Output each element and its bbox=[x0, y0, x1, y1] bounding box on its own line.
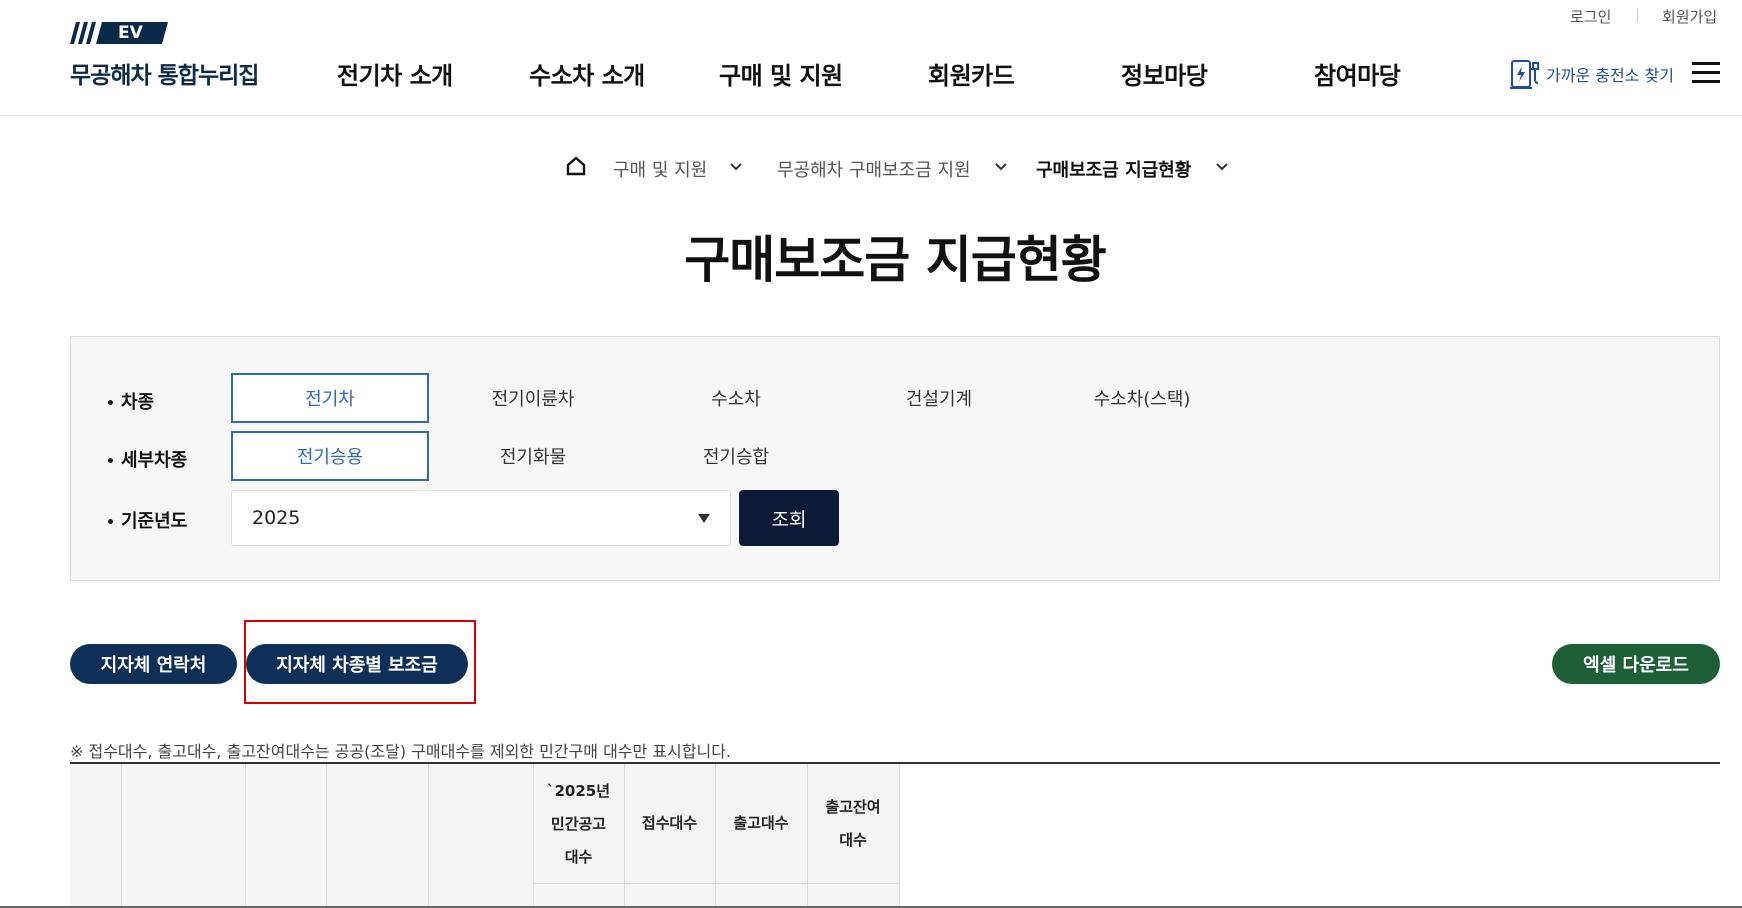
local-gov-contacts-button[interactable]: 지자체 연락처 bbox=[70, 644, 237, 684]
nav-participation[interactable]: 참여마당 bbox=[1314, 56, 1401, 91]
signup-link[interactable]: 회원가입 bbox=[1662, 6, 1717, 27]
logo-text[interactable]: 무공해차 통합누리집 bbox=[70, 56, 259, 90]
chevron-down-icon[interactable] bbox=[729, 160, 743, 174]
highlight-box bbox=[244, 620, 476, 704]
th-announced: `2025년 민간공고 대수 bbox=[533, 775, 624, 874]
dropdown-arrow-icon bbox=[698, 514, 710, 523]
year-select[interactable]: 2025 bbox=[231, 490, 731, 546]
vehicle-type-hydrogen[interactable]: 수소차 bbox=[637, 373, 835, 423]
charger-icon bbox=[1510, 60, 1539, 89]
th-released: 출고대수 bbox=[733, 814, 789, 832]
find-charger-label: 가까운 충전소 찾기 bbox=[1546, 66, 1674, 85]
th-announced-line2: 민간공고 bbox=[550, 815, 607, 833]
nav-hydrogen-intro[interactable]: 수소차 소개 bbox=[529, 56, 645, 91]
breadcrumb-current[interactable]: 구매보조금 지급현황 bbox=[1036, 156, 1191, 182]
table-column-divider bbox=[326, 764, 327, 908]
nav-ev-intro[interactable]: 전기차 소개 bbox=[337, 56, 453, 91]
chevron-down-icon[interactable] bbox=[1215, 160, 1229, 174]
vehicle-type-hydrogen-stack[interactable]: 수소차(스택) bbox=[1043, 373, 1241, 423]
th-remaining-line1: 출고잔여 bbox=[825, 798, 881, 816]
logo-badge[interactable]: EV bbox=[70, 22, 170, 44]
table-row-divider bbox=[533, 883, 900, 884]
sub-type-bus[interactable]: 전기승합 bbox=[637, 431, 835, 481]
logo-badge-text: EV bbox=[118, 23, 143, 43]
nav-member-card[interactable]: 회원카드 bbox=[928, 56, 1015, 91]
excel-download-button[interactable]: 엑셀 다운로드 bbox=[1552, 644, 1720, 684]
menu-icon[interactable] bbox=[1692, 62, 1720, 84]
chevron-down-icon[interactable] bbox=[994, 160, 1008, 174]
header-divider bbox=[0, 115, 1742, 116]
table-column-divider bbox=[245, 764, 246, 908]
find-charger-link[interactable]: 가까운 충전소 찾기 bbox=[1508, 56, 1674, 92]
nav-info[interactable]: 정보마당 bbox=[1121, 56, 1208, 91]
page-title: 구매보조금 지급현황 bbox=[684, 231, 1106, 289]
search-button[interactable]: 조회 bbox=[739, 490, 839, 546]
vehicle-type-ev[interactable]: 전기차 bbox=[231, 373, 429, 423]
home-icon[interactable] bbox=[566, 156, 586, 176]
sub-type-cargo[interactable]: 전기화물 bbox=[434, 431, 632, 481]
table-column-divider bbox=[899, 764, 900, 908]
login-link[interactable]: 로그인 bbox=[1570, 6, 1611, 27]
th-remaining: 출고잔여 대수 bbox=[807, 791, 899, 857]
breadcrumb-level2[interactable]: 무공해차 구매보조금 지원 bbox=[777, 156, 971, 182]
table-note: ※ 접수대수, 출고대수, 출고잔여대수는 공공(조달) 구매대수를 제외한 민… bbox=[70, 742, 732, 761]
breadcrumb-level1[interactable]: 구매 및 지원 bbox=[613, 156, 707, 182]
utility-divider bbox=[1637, 8, 1638, 22]
sub-type-label: 세부차종 bbox=[106, 446, 187, 472]
table-column-divider bbox=[121, 764, 122, 908]
vehicle-type-construction[interactable]: 건설기계 bbox=[840, 373, 1038, 423]
nav-purchase-support[interactable]: 구매 및 지원 bbox=[719, 56, 843, 91]
th-remaining-line2: 대수 bbox=[839, 831, 867, 849]
vehicle-type-e-motorcycle[interactable]: 전기이륜차 bbox=[434, 373, 632, 423]
table-column-divider bbox=[428, 764, 429, 908]
th-announced-line1: `2025년 bbox=[546, 782, 611, 800]
sub-type-passenger[interactable]: 전기승용 bbox=[231, 431, 429, 481]
year-label: 기준년도 bbox=[106, 507, 187, 533]
vehicle-type-label: 차종 bbox=[106, 388, 154, 414]
th-received: 접수대수 bbox=[641, 814, 698, 832]
th-announced-line3: 대수 bbox=[564, 848, 593, 866]
year-select-value: 2025 bbox=[252, 507, 301, 529]
